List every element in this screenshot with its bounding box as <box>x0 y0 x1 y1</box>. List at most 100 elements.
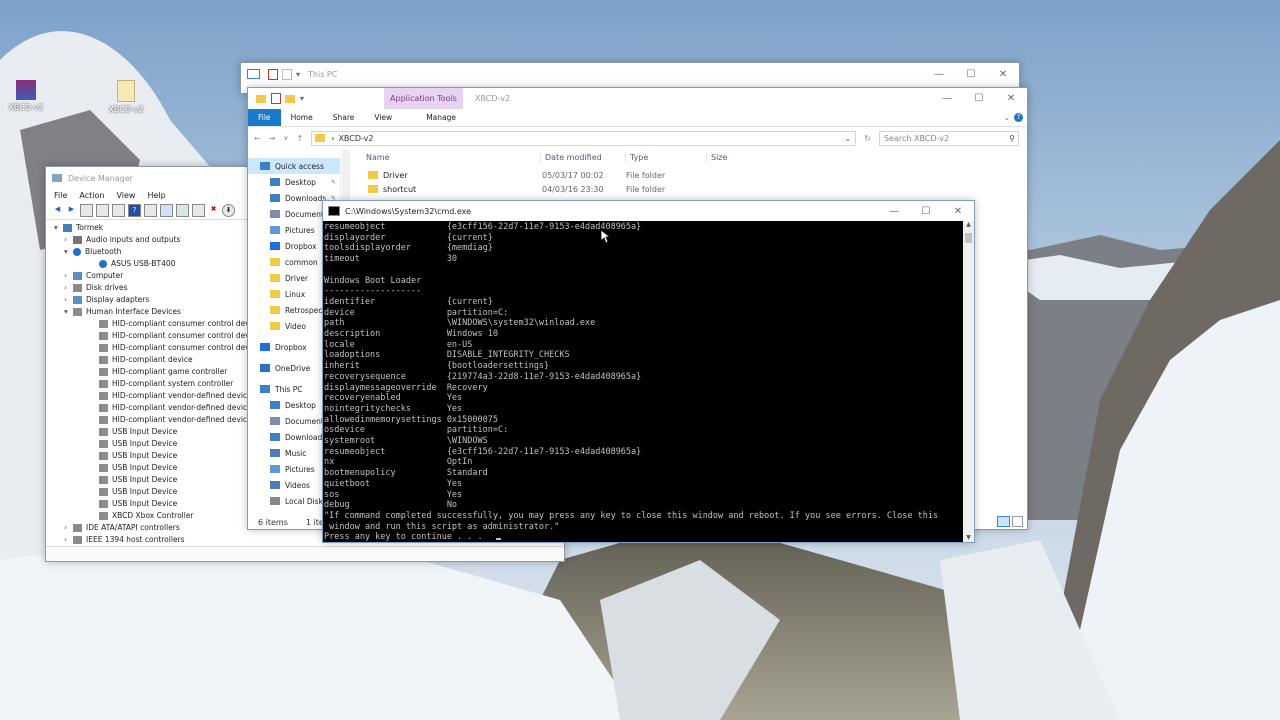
folder-icon <box>270 306 280 314</box>
close-icon[interactable]: ✕ <box>987 69 1019 80</box>
scrollbar-thumb[interactable] <box>965 233 972 243</box>
chevron-down-icon[interactable]: ▾ <box>54 222 63 234</box>
column-type[interactable]: Type <box>625 152 706 162</box>
minimize-icon[interactable]: — <box>923 69 955 80</box>
search-input[interactable]: Search XBCD-v2 <box>884 134 949 143</box>
hid-icon <box>99 356 108 364</box>
chevron-right-icon[interactable]: › <box>64 270 73 282</box>
pin-icon[interactable]: ✎ <box>331 179 336 186</box>
folder-icon <box>270 274 280 282</box>
column-date-modified[interactable]: Date modified <box>540 152 625 162</box>
minimize-icon[interactable]: — <box>931 93 963 104</box>
chevron-right-icon[interactable]: › <box>64 234 73 246</box>
help-icon[interactable]: ? <box>128 204 141 217</box>
device-tree-label: USB Input Device <box>112 499 178 508</box>
new-folder-icon[interactable] <box>285 94 295 103</box>
cmd-titlebar[interactable]: C:\Windows\System32\cmd.exe — ☐ ✕ <box>323 201 974 221</box>
back-icon[interactable]: ← <box>254 134 261 143</box>
chevron-down-icon[interactable]: ▾ <box>64 246 73 258</box>
file-row[interactable]: shortcut 04/03/16 23:30 File folder <box>358 182 1018 196</box>
maximize-icon[interactable]: ☐ <box>963 93 995 104</box>
disable-device-icon[interactable] <box>192 204 205 217</box>
breadcrumb-separator: › <box>331 133 335 143</box>
chevron-right-icon[interactable]: › <box>64 282 73 294</box>
chevron-down-icon[interactable]: ⌄ <box>1000 113 1014 122</box>
properties-icon[interactable] <box>271 93 281 104</box>
hid-icon <box>99 392 108 400</box>
column-name[interactable]: Name <box>358 153 540 162</box>
breadcrumb[interactable]: XBCD-v2 <box>338 134 373 143</box>
help-icon[interactable]: ? <box>1014 113 1023 122</box>
device-tree-label: USB Input Device <box>112 451 178 460</box>
device-tree-label: XBCD Xbox Controller <box>112 511 194 520</box>
cmd-window[interactable]: C:\Windows\System32\cmd.exe — ☐ ✕ resumeob… <box>322 200 975 543</box>
forward-icon[interactable]: ▶ <box>66 204 77 215</box>
ribbon-tab-manage[interactable]: Manage <box>402 113 466 122</box>
chevron-right-icon[interactable]: › <box>64 534 73 546</box>
device-tree-label: USB Input Device <box>112 475 178 484</box>
view-icon[interactable] <box>112 204 125 217</box>
enable-device-icon[interactable]: ⬇ <box>222 204 235 217</box>
maximize-icon[interactable]: ☐ <box>955 69 987 80</box>
scroll-up-icon[interactable]: ▲ <box>963 221 974 228</box>
up-icon[interactable]: ↑ <box>297 134 304 143</box>
ribbon-tab-view[interactable]: View <box>364 113 402 122</box>
minimize-icon[interactable]: — <box>878 206 910 217</box>
device-tree-label: USB Input Device <box>112 463 178 472</box>
ribbon-tab-share[interactable]: Share <box>323 113 365 122</box>
properties-icon[interactable] <box>96 204 109 217</box>
forward-icon[interactable]: → <box>269 134 276 143</box>
desktop-icon-archive[interactable]: XBCD-v2 <box>0 80 56 112</box>
ribbon-tab-file[interactable]: File <box>248 109 281 126</box>
nav-item[interactable]: Quick access <box>248 158 340 174</box>
nav-item-label: OneDrive <box>275 363 311 373</box>
menu-file[interactable]: File <box>54 191 67 200</box>
chevron-down-icon[interactable]: ▾ <box>296 70 300 79</box>
ribbon-tab-home[interactable]: Home <box>281 113 323 122</box>
chevron-down-icon[interactable]: ▾ <box>64 306 73 318</box>
chevron-right-icon[interactable]: › <box>64 294 73 306</box>
scroll-down-icon[interactable]: ▼ <box>963 534 974 541</box>
menu-help[interactable]: Help <box>147 191 165 200</box>
window-title: This PC <box>308 69 338 79</box>
column-size[interactable]: Size <box>706 152 761 162</box>
chevron-down-icon[interactable]: ▾ <box>300 94 304 103</box>
device-tree-label: USB Input Device <box>112 487 178 496</box>
this-pc-titlebar[interactable]: ▾ This PC — ☐ ✕ <box>241 63 1019 85</box>
hid-icon <box>99 380 108 388</box>
close-icon[interactable]: ✕ <box>995 93 1027 104</box>
close-icon[interactable]: ✕ <box>942 206 974 217</box>
menu-view[interactable]: View <box>116 191 135 200</box>
show-hide-tree-icon[interactable] <box>80 204 93 217</box>
desktop-icon-file[interactable]: XBCD-v2 <box>96 80 156 114</box>
menu-action[interactable]: Action <box>79 191 104 200</box>
chevron-down-icon[interactable]: ⌄ <box>845 134 852 143</box>
refresh-icon[interactable]: ↻ <box>864 134 871 143</box>
details-view-icon[interactable] <box>997 516 1010 527</box>
device-tree-label: HID-compliant vendor-defined device <box>112 403 252 412</box>
chevron-down-icon[interactable]: ∨ <box>283 134 288 142</box>
nav-item-label: Music <box>285 448 307 458</box>
back-icon[interactable]: ◀ <box>52 204 63 215</box>
scan-hardware-icon[interactable] <box>160 204 173 217</box>
properties-icon[interactable] <box>268 68 278 80</box>
chevron-right-icon[interactable]: › <box>64 522 73 534</box>
nav-item-label: Retrospect <box>285 305 326 315</box>
console-scrollbar[interactable]: ▲ ▼ <box>963 221 974 542</box>
uninstall-icon[interactable]: ✖ <box>208 204 219 215</box>
file-row[interactable]: Driver 05/03/17 00:02 File folder <box>358 168 1018 182</box>
context-tab-application-tools[interactable]: Application Tools <box>384 88 463 109</box>
update-driver-icon[interactable] <box>176 204 189 217</box>
nav-item[interactable]: Desktop ✎ <box>248 174 340 190</box>
address-bar[interactable]: › XBCD-v2 ⌄ <box>311 130 857 146</box>
search-box[interactable]: Search XBCD-v2 ⚲ <box>878 130 1019 146</box>
hid-icon <box>99 344 108 352</box>
resources-icon[interactable] <box>144 204 157 217</box>
large-icons-view-icon[interactable] <box>1012 516 1023 527</box>
nav-item-label: Pictures <box>285 464 315 474</box>
explorer-titlebar[interactable]: ▾ Application Tools XBCD-v2 — ☐ ✕ <box>248 88 1027 109</box>
new-folder-icon[interactable] <box>282 68 292 80</box>
maximize-icon[interactable]: ☐ <box>910 206 942 217</box>
desktop-icon <box>270 178 280 186</box>
console-area[interactable]: resumeobject {e3cff156-22d7-11e7-9153-e4… <box>323 221 963 542</box>
